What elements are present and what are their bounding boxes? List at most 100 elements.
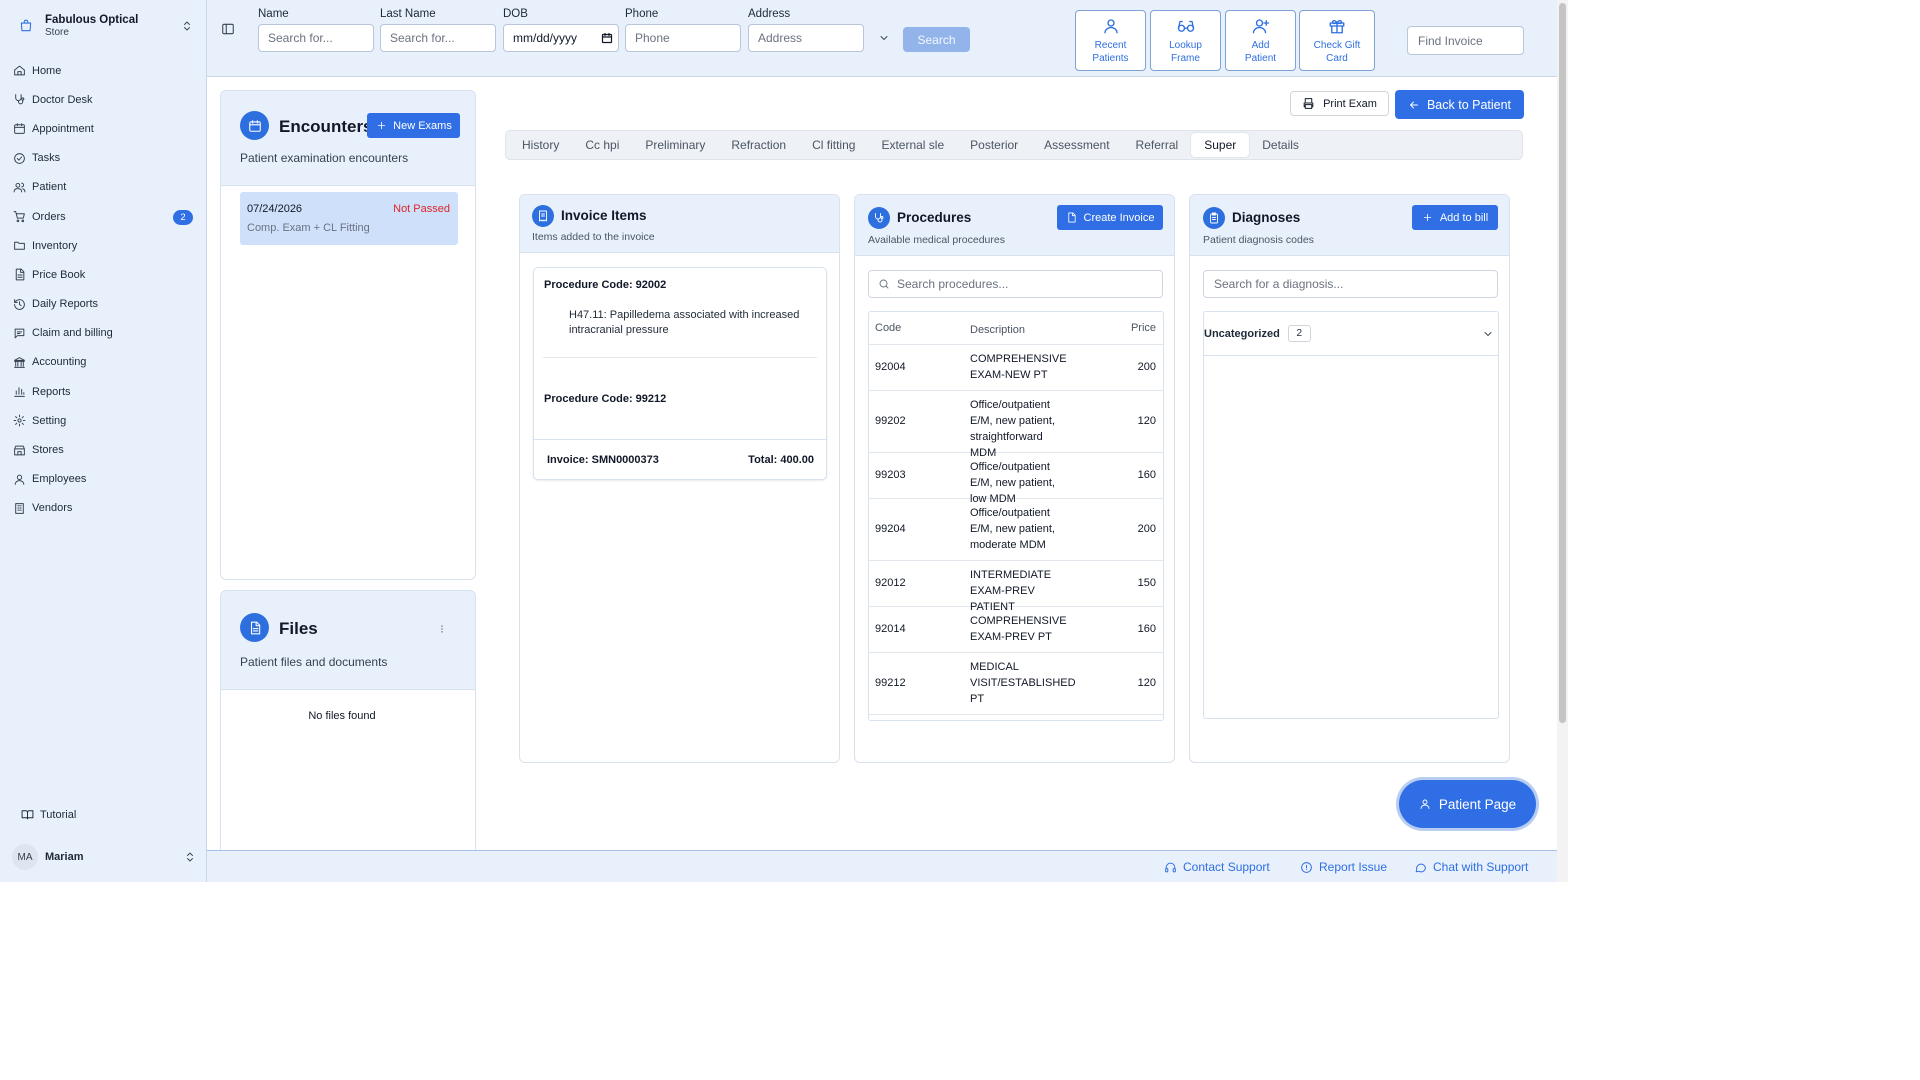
sidebar-item-inventory[interactable]: Inventory: [12, 231, 196, 260]
procedure-code-cell: 92014: [875, 623, 906, 635]
sidebar-item-claim-billing[interactable]: Claim and billing: [12, 319, 196, 348]
table-row[interactable]: 92004 COMPREHENSIVE EXAM-NEW PT 200: [869, 345, 1163, 391]
chat-support-link[interactable]: Chat with Support: [1414, 860, 1528, 874]
tutorial-link[interactable]: Tutorial: [20, 808, 76, 821]
table-row[interactable]: 99203 Office/outpatient E/M, new patient…: [869, 453, 1163, 505]
table-row[interactable]: 92012 INTERMEDIATE EXAM-PREV PATIENT 150: [869, 561, 1163, 613]
sidebar-item-accounting[interactable]: Accounting: [12, 348, 196, 377]
add-patient-line1: Add: [1251, 40, 1270, 51]
recent-patients-button[interactable]: Recent Patients: [1075, 10, 1146, 71]
user-icon: [1419, 798, 1431, 810]
diagnosis-search-input[interactable]: Search for a diagnosis...: [1203, 270, 1498, 298]
column-code: Code: [875, 322, 902, 334]
diagnosis-group-header[interactable]: Uncategorized 2: [1204, 312, 1498, 356]
name-label: Name: [258, 8, 289, 20]
chevron-down-icon[interactable]: [877, 32, 891, 44]
patient-page-button[interactable]: Patient Page: [1399, 780, 1536, 828]
tutorial-label: Tutorial: [40, 808, 77, 821]
sidebar-item-price-book[interactable]: Price Book: [12, 260, 196, 289]
last-name-field: Last Name Search for...: [380, 8, 496, 52]
sidebar-item-label: Inventory: [32, 239, 78, 252]
calendar-icon[interactable]: [601, 32, 613, 44]
encounter-item[interactable]: 07/24/2026 Not Passed Comp. Exam + CL Fi…: [240, 192, 458, 245]
support-footer: Contact Support Report Issue Chat with S…: [207, 850, 1557, 882]
address-input[interactable]: Address: [748, 24, 864, 52]
page-scrollbar[interactable]: [1557, 0, 1568, 882]
dob-field: DOB mm/dd/yyyy: [503, 8, 619, 52]
chat-support-label: Chat with Support: [1433, 860, 1529, 874]
last-name-input[interactable]: Search for...: [380, 24, 496, 52]
files-subtitle: Patient files and documents: [240, 655, 388, 669]
tab-external-sle[interactable]: External sle: [868, 133, 957, 157]
gift-icon: [1328, 17, 1346, 35]
phone-input[interactable]: Phone: [625, 24, 741, 52]
search-button[interactable]: Search: [903, 27, 970, 52]
tab-referral[interactable]: Referral: [1123, 133, 1192, 157]
scrollbar-thumb[interactable]: [1559, 3, 1566, 723]
sidebar-item-vendors[interactable]: Vendors: [12, 494, 196, 523]
invoice-diagnosis: H47.11: Papilledema associated with incr…: [569, 309, 800, 336]
encounters-title: Encounters: [279, 117, 373, 136]
lookup-frame-button[interactable]: Lookup Frame: [1150, 10, 1221, 71]
find-invoice-input[interactable]: Find Invoice: [1407, 26, 1524, 55]
store-name: Fabulous Optical: [45, 14, 139, 26]
diagnosis-group-label: Uncategorized: [1204, 327, 1280, 340]
sidebar-item-home[interactable]: Home: [12, 56, 196, 85]
stethoscope-icon: [12, 93, 26, 107]
user-plus-icon: [1252, 17, 1270, 35]
table-row[interactable]: 99204 Office/outpatient E/M, new patient…: [869, 499, 1163, 561]
add-patient-button[interactable]: Add Patient: [1225, 10, 1296, 71]
sidebar-item-patient[interactable]: Patient: [12, 173, 196, 202]
add-to-bill-button[interactable]: Add to bill: [1412, 205, 1498, 230]
sidebar: Fabulous Optical Store Home Doctor Desk …: [0, 0, 207, 882]
print-exam-button[interactable]: Print Exam: [1290, 91, 1389, 116]
tab-details[interactable]: Details: [1249, 133, 1312, 157]
new-exams-button[interactable]: New Exams: [367, 113, 460, 138]
sidebar-item-tasks[interactable]: Tasks: [12, 144, 196, 173]
create-invoice-button[interactable]: Create Invoice: [1057, 205, 1163, 230]
sidebar-nav: Home Doctor Desk Appointment Tasks Patie…: [12, 56, 196, 523]
sidebar-toggle-icon[interactable]: [221, 22, 235, 36]
dob-label: DOB: [503, 8, 528, 20]
table-row[interactable]: 99202 Office/outpatient E/M, new patient…: [869, 391, 1163, 459]
back-to-patient-button[interactable]: Back to Patient: [1395, 90, 1524, 119]
phone-field: Phone Phone: [625, 8, 741, 52]
procedure-price-cell: 160: [1137, 623, 1156, 635]
table-row[interactable]: 99212 MEDICAL VISIT/ESTABLISHED PT 120: [869, 653, 1163, 715]
file-icon: [1066, 212, 1078, 223]
store-subtitle: Store: [45, 27, 69, 38]
file-icon: [247, 620, 262, 635]
user-menu[interactable]: MA Mariam: [12, 843, 196, 871]
tab-refraction[interactable]: Refraction: [718, 133, 799, 157]
sidebar-item-daily-reports[interactable]: Daily Reports: [12, 290, 196, 319]
name-input[interactable]: Search for...: [258, 24, 374, 52]
divider: [543, 357, 817, 358]
table-row[interactable]: 92014 COMPREHENSIVE EXAM-PREV PT 160: [869, 607, 1163, 653]
store-switcher[interactable]: Fabulous Optical Store: [14, 10, 194, 42]
tab-posterior[interactable]: Posterior: [957, 133, 1031, 157]
tab-assessment[interactable]: Assessment: [1031, 133, 1122, 157]
avatar: MA: [12, 844, 38, 870]
sidebar-item-setting[interactable]: Setting: [12, 406, 196, 435]
sidebar-item-reports[interactable]: Reports: [12, 377, 196, 406]
more-vertical-icon[interactable]: [437, 623, 447, 635]
procedure-search-input[interactable]: Search procedures...: [868, 270, 1163, 298]
encounter-type: Comp. Exam + CL Fitting: [247, 222, 370, 234]
dob-input[interactable]: mm/dd/yyyy: [503, 24, 619, 52]
sidebar-item-employees[interactable]: Employees: [12, 465, 196, 494]
report-issue-link[interactable]: Report Issue: [1300, 860, 1387, 874]
tab-preliminary[interactable]: Preliminary: [632, 133, 718, 157]
add-patient-line2: Patient: [1244, 53, 1277, 64]
tab-history[interactable]: History: [509, 133, 572, 157]
sidebar-item-orders[interactable]: Orders 2: [12, 202, 196, 231]
contact-support-link[interactable]: Contact Support: [1164, 860, 1270, 874]
tab-super[interactable]: Super: [1191, 133, 1250, 157]
tab-cl-fitting[interactable]: Cl fitting: [799, 133, 868, 157]
check-gift-card-button[interactable]: Check Gift Card: [1299, 10, 1375, 71]
sidebar-item-appointment[interactable]: Appointment: [12, 114, 196, 143]
sidebar-item-stores[interactable]: Stores: [12, 435, 196, 464]
files-panel: Files Patient files and documents No fil…: [220, 590, 476, 860]
table-header: Code Description Price: [869, 312, 1163, 345]
tab-cc-hpi[interactable]: Cc hpi: [572, 133, 632, 157]
sidebar-item-doctor-desk[interactable]: Doctor Desk: [12, 85, 196, 114]
